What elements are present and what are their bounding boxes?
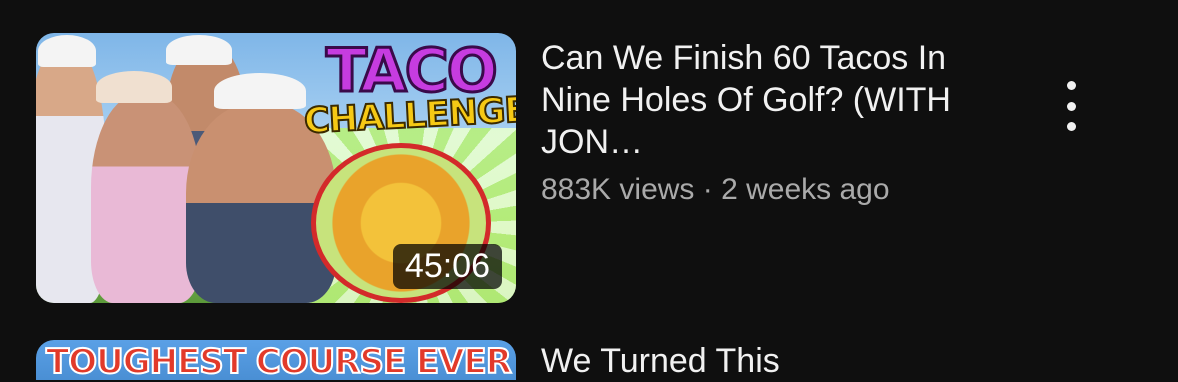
thumbnail-cap [96, 71, 172, 103]
video-stats: 883K views · 2 weeks ago [541, 171, 1011, 209]
duration-badge: 45:06 [392, 243, 502, 289]
video-thumbnail[interactable]: TOUGHEST COURSE EVER [36, 340, 516, 380]
video-item[interactable]: TACO CHALLENGE 45:06 Can We Finish 60 Ta… [36, 33, 1178, 303]
upload-age: 2 weeks ago [721, 173, 890, 206]
thumbnail-text: TOUGHEST COURSE EVER [45, 341, 513, 380]
video-meta: Can We Finish 60 Tacos In Nine Holes Of … [541, 37, 1011, 209]
menu-dot [1066, 122, 1076, 131]
view-count: 883K views [541, 173, 695, 206]
video-thumbnail[interactable]: TACO CHALLENGE 45:06 [36, 33, 516, 303]
thumbnail-cap [166, 35, 232, 65]
meta-separator: · [702, 173, 713, 206]
thumbnail-text-taco: TACO [325, 36, 500, 106]
video-title[interactable]: Can We Finish 60 Tacos In Nine Holes Of … [541, 37, 1011, 163]
menu-dot [1066, 101, 1076, 111]
thumbnail-cap [214, 73, 306, 109]
thumbnail-cap [38, 35, 96, 67]
video-title[interactable]: We Turned This [541, 340, 780, 382]
thumbnail-person [91, 93, 201, 303]
video-item[interactable]: TOUGHEST COURSE EVER We Turned This [36, 340, 1178, 380]
menu-dot [1066, 81, 1076, 90]
more-vertical-icon[interactable] [1059, 81, 1083, 131]
